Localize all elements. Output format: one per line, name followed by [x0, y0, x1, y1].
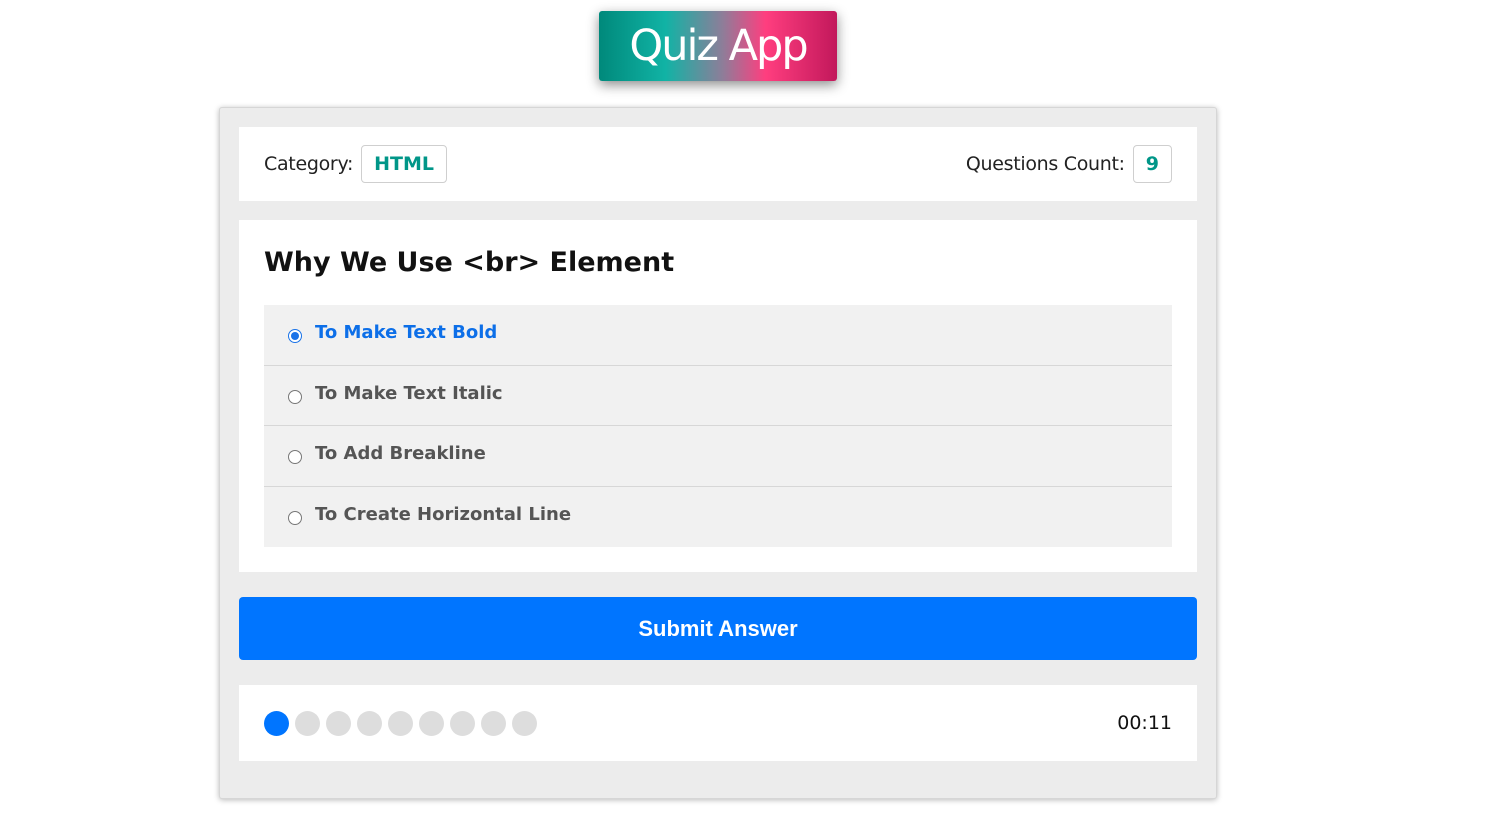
progress-bullet-8 — [481, 710, 506, 736]
questions-count-label: Questions Count: — [965, 153, 1125, 175]
progress-bullet-2 — [295, 710, 320, 736]
answer-radio-2[interactable] — [288, 389, 302, 404]
progress-bullet-1 — [264, 710, 289, 736]
progress-bullet-7 — [450, 710, 475, 736]
answers-area: To Make Text Bold To Make Text Italic To… — [264, 305, 1172, 547]
answer-radio-3[interactable] — [288, 450, 302, 464]
question-bullets — [264, 710, 537, 736]
questions-count-info: Questions Count: 9 — [966, 145, 1172, 183]
app-logo: Quiz App — [599, 11, 837, 81]
progress-bullet-5 — [388, 710, 413, 736]
answer-option-4[interactable]: To Create Horizontal Line — [264, 487, 1172, 547]
submit-answer-button[interactable]: Submit Answer — [239, 597, 1197, 660]
progress-bar: 00:11 — [239, 685, 1197, 761]
countdown-timer: 00:11 — [1117, 712, 1172, 734]
answer-option-3[interactable]: To Add Breakline — [264, 426, 1172, 487]
progress-bullet-6 — [419, 710, 444, 736]
answer-label-1[interactable]: To Make Text Bold — [315, 322, 497, 343]
category-info: Category: HTML — [264, 145, 447, 183]
app-title: Quiz App — [629, 21, 808, 71]
answer-label-3[interactable]: To Add Breakline — [315, 443, 486, 464]
quiz-area: Why We Use <br> Element To Make Text Bol… — [239, 220, 1197, 572]
category-label: Category: — [264, 153, 354, 175]
answer-label-4[interactable]: To Create Horizontal Line — [315, 504, 571, 525]
answer-option-1[interactable]: To Make Text Bold — [264, 305, 1172, 366]
answer-option-2[interactable]: To Make Text Italic — [264, 366, 1172, 426]
progress-bullet-4 — [357, 710, 382, 736]
progress-bullet-3 — [326, 710, 351, 736]
answer-radio-1[interactable] — [288, 329, 302, 343]
quiz-info-bar: Category: HTML Questions Count: 9 — [239, 127, 1197, 201]
questions-count-badge: 9 — [1132, 145, 1172, 183]
answer-radio-4[interactable] — [288, 510, 302, 525]
question-title: Why We Use <br> Element — [264, 247, 675, 278]
category-badge: HTML — [361, 145, 447, 183]
answer-label-2[interactable]: To Make Text Italic — [315, 383, 503, 404]
progress-bullet-9 — [512, 710, 537, 736]
quiz-container: Category: HTML Questions Count: 9 Why We… — [219, 107, 1217, 799]
